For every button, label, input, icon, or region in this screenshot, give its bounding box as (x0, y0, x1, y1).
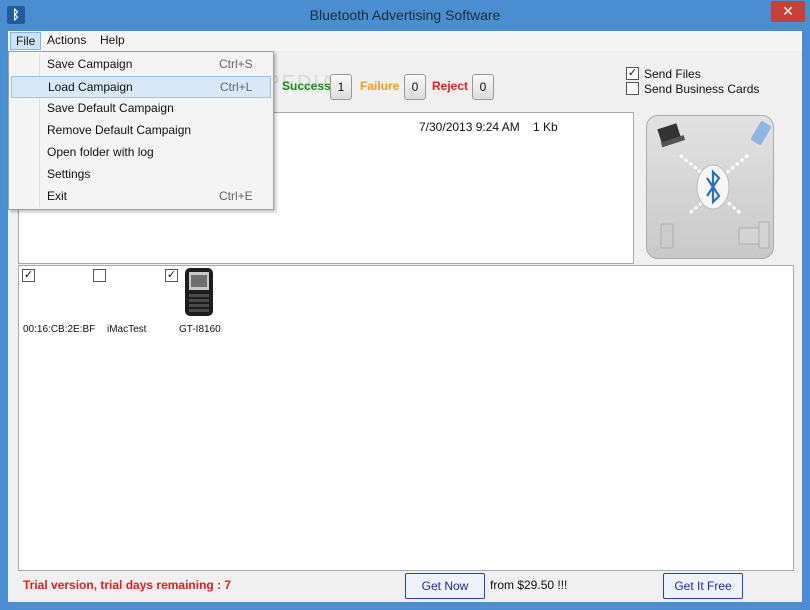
client-area: File Actions Help SOFTPEDIA Success 1 Fa… (8, 31, 802, 602)
menu-file[interactable]: File (10, 32, 42, 50)
window-title: Bluetooth Advertising Software (309, 7, 501, 23)
get-now-button[interactable]: Get Now (405, 573, 485, 599)
app-window: ᛒ Bluetooth Advertising Software ✕ File … (0, 0, 810, 610)
device-label: iMacTest (107, 324, 147, 335)
menu-item-label: Remove Default Campaign (47, 123, 192, 137)
menu-item-save-campaign[interactable]: Save Campaign Ctrl+S (11, 54, 271, 76)
send-files-checkbox[interactable]: ✓ (626, 67, 639, 80)
file-menu-dropdown: Save Campaign Ctrl+S Load Campaign Ctrl+… (8, 51, 274, 210)
menu-item-shortcut: Ctrl+E (219, 189, 253, 203)
menu-help[interactable]: Help (95, 32, 130, 50)
send-business-cards-label: Send Business Cards (644, 82, 760, 96)
menu-item-open-log-folder[interactable]: Open folder with log (11, 142, 271, 164)
device-label: 00:16:CB:2E:BF (23, 324, 96, 335)
success-count: 1 (330, 74, 352, 100)
failure-label: Failure (360, 79, 400, 93)
success-label: Success (282, 79, 331, 93)
menu-item-shortcut: Ctrl+S (219, 57, 253, 71)
close-button[interactable]: ✕ (771, 1, 805, 22)
trial-status-text: Trial version, trial days remaining : 7 (23, 578, 232, 592)
menu-actions[interactable]: Actions (42, 32, 91, 50)
device-label: GT-I8160 (179, 324, 221, 335)
phone-icon (185, 268, 213, 316)
menu-item-label: Save Default Campaign (47, 101, 174, 115)
menu-item-exit[interactable]: Exit Ctrl+E (11, 186, 271, 208)
reject-label: Reject (432, 79, 469, 93)
menu-item-remove-default-campaign[interactable]: Remove Default Campaign (11, 120, 271, 142)
file-size: 1 Kb (533, 120, 558, 134)
menu-item-label: Exit (47, 189, 68, 203)
menu-item-load-campaign[interactable]: Load Campaign Ctrl+L (11, 76, 271, 98)
phone-icon (751, 121, 771, 145)
price-text: from $29.50 !!! (490, 578, 568, 592)
device-checkbox[interactable]: ✓ (165, 269, 178, 282)
bluetooth-diagram-icon (657, 121, 771, 249)
menu-item-shortcut: Ctrl+L (220, 80, 253, 94)
menu-bar: File Actions Help (8, 31, 802, 51)
send-files-label: Send Files (644, 67, 701, 81)
handset-icon (660, 223, 674, 249)
device-checkbox[interactable] (93, 269, 106, 282)
menu-item-settings[interactable]: Settings (11, 164, 271, 186)
device-list[interactable]: ✓ 00:16:CB:2E:BF iMacTest ✓ GT-I8160 (18, 265, 794, 571)
send-business-cards-checkbox[interactable] (626, 82, 639, 95)
reject-count: 0 (472, 74, 494, 100)
menu-item-label: Open folder with log (47, 145, 154, 159)
menu-item-label: Load Campaign (48, 80, 133, 94)
title-bar: ᛒ Bluetooth Advertising Software ✕ (0, 0, 810, 32)
get-it-free-button[interactable]: Get It Free (663, 573, 743, 599)
bluetooth-illustration (646, 115, 774, 259)
menu-item-label: Save Campaign (47, 57, 133, 71)
menu-item-label: Settings (47, 167, 91, 181)
file-date: 7/30/2013 9:24 AM (419, 120, 520, 134)
desktop-computer-icon (738, 221, 770, 249)
laptop-icon (657, 123, 686, 148)
device-checkbox[interactable]: ✓ (22, 269, 35, 282)
menu-item-save-default-campaign[interactable]: Save Default Campaign (11, 98, 271, 120)
failure-count: 0 (404, 74, 426, 100)
